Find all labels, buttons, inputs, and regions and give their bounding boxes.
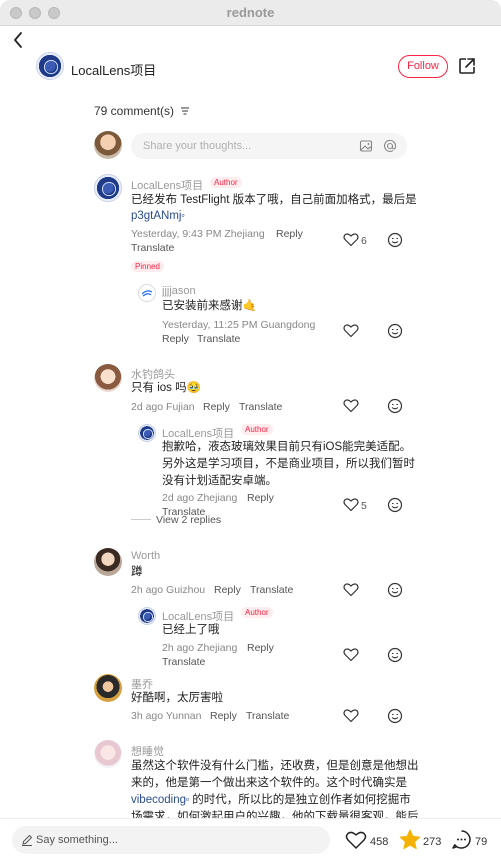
like-count: 5 [361, 500, 367, 512]
image-icon[interactable] [359, 139, 373, 153]
reply-meta: 2d ago Zhejiang [162, 492, 238, 504]
reply-button[interactable]: Reply [210, 710, 237, 722]
star-icon[interactable] [399, 829, 421, 850]
author-badge: Author [241, 424, 273, 435]
reply-avatar[interactable] [138, 607, 156, 625]
comment-meta: 2d ago Fujian [131, 401, 195, 413]
comment-text: 只有 ios 吗🥹 [131, 382, 201, 394]
emoji-react-icon[interactable] [387, 708, 403, 724]
pinned-badge: Pinned [131, 261, 164, 272]
reply-meta: 2h ago Zhejiang [162, 642, 238, 654]
bottom-bar: Say something... 458 273 79 [0, 818, 501, 859]
translate-button[interactable]: Translate [162, 656, 205, 668]
reply-avatar[interactable] [138, 284, 156, 302]
like-icon[interactable] [343, 232, 359, 247]
reply-button[interactable]: Reply [276, 228, 303, 240]
emoji-react-icon[interactable] [387, 398, 403, 414]
comment-avatar[interactable] [94, 364, 122, 392]
reply-text-line: 没有计划适配安卓端。 [162, 475, 277, 487]
reply-meta: Yesterday, 11:25 PM Guangdong [162, 319, 316, 331]
reply-text-line: 抱歉哈，液态玻璃效果目前只有iOS能完美适配。 [162, 441, 412, 453]
comment-input[interactable]: Share your thoughts... [131, 133, 407, 159]
emoji-react-icon[interactable] [387, 323, 403, 339]
reply-button[interactable]: Reply [247, 492, 274, 504]
comment-meta: 2h ago Guizhou [131, 584, 206, 596]
author-badge: Author [241, 607, 273, 618]
follow-button[interactable]: Follow [398, 55, 448, 78]
comment-avatar[interactable] [94, 548, 122, 576]
reply-text: 已安装前来感谢🤙 [162, 300, 257, 312]
comment-meta: Yesterday, 9:43 PM Zhejiang [131, 228, 265, 240]
reply-text: 已经上了哦 [162, 624, 220, 636]
my-avatar [94, 131, 122, 159]
sort-icon [181, 107, 190, 115]
reply-button[interactable]: Reply [162, 333, 189, 345]
translate-button[interactable]: Translate [250, 584, 293, 596]
mention-icon[interactable] [383, 139, 397, 153]
emoji-react-icon[interactable] [387, 582, 403, 598]
comment-text-line: vibecodingᵒ 的时代，所以比的是独立创作者如何挖掘市 [131, 794, 411, 806]
emoji-react-icon[interactable] [387, 497, 403, 513]
comment-avatar[interactable] [94, 740, 122, 768]
translate-button[interactable]: Translate [239, 401, 282, 413]
comment-text: 好酷啊，太厉害啦 [131, 692, 223, 704]
emoji-react-icon[interactable] [387, 232, 403, 248]
comment-text: 已经发布 TestFlight 版本了哦，自己前面加格式，最后是 [131, 194, 417, 206]
like-icon[interactable] [343, 497, 359, 512]
author-badge: Author [210, 177, 242, 188]
comment-icon[interactable] [451, 829, 472, 850]
translate-button[interactable]: Translate [131, 242, 174, 254]
like-icon[interactable] [345, 830, 367, 850]
say-something-input[interactable]: Say something... [12, 826, 330, 854]
comment-avatar[interactable] [94, 674, 122, 702]
like-icon[interactable] [343, 708, 359, 723]
comment-username[interactable]: Worth [131, 550, 160, 562]
app-window: rednote LocalLens项目 Follow 79 comment(s)… [0, 0, 501, 859]
comment-username[interactable]: 想睡觉 [131, 743, 164, 759]
comment-username[interactable]: LocalLens项目 [131, 177, 203, 193]
author-avatar[interactable] [36, 52, 64, 80]
divider [131, 519, 151, 520]
titlebar: rednote [0, 0, 501, 26]
share-icon[interactable] [457, 56, 477, 76]
comment-text-line: 来的，他是第一个做出来这个软件的。这个时代确实是 [131, 777, 407, 789]
comment-link[interactable]: vibecoding [131, 794, 186, 806]
star-count: 273 [423, 836, 442, 848]
comment-text: 蹲 [131, 566, 143, 578]
comment-meta: 3h ago Yunnan [131, 710, 202, 722]
comment-link[interactable]: p3gtANmjᵒ [131, 208, 185, 225]
translate-button[interactable]: Translate [197, 333, 240, 345]
reply-text-line: 另外这是学习项目，不是商业项目，所以我们暂时 [162, 458, 415, 470]
view-replies-button[interactable]: View 2 replies [156, 514, 221, 526]
reply-button[interactable]: Reply [203, 401, 230, 413]
reply-button[interactable]: Reply [214, 584, 241, 596]
reply-avatar[interactable] [138, 424, 156, 442]
like-count: 6 [361, 235, 367, 247]
window-title: rednote [226, 5, 275, 20]
reply-username[interactable]: jjjjason [162, 285, 196, 297]
comment-text-line: 虽然这个软件没有什么门槛，还收费，但是创意是他想出 [131, 760, 419, 772]
comment-avatar[interactable] [94, 174, 122, 202]
emoji-react-icon[interactable] [387, 647, 403, 663]
translate-button[interactable]: Translate [246, 710, 289, 722]
like-icon[interactable] [343, 647, 359, 662]
like-icon[interactable] [343, 398, 359, 413]
like-count: 458 [370, 836, 389, 848]
back-icon[interactable] [10, 30, 28, 50]
reply-button[interactable]: Reply [247, 642, 274, 654]
author-name[interactable]: LocalLens项目 [71, 60, 156, 79]
comment-total: 79 [475, 836, 488, 848]
like-icon[interactable] [343, 582, 359, 597]
comment-count: 79 comment(s) [94, 104, 190, 118]
like-icon[interactable] [343, 323, 359, 338]
pencil-icon [22, 834, 33, 846]
